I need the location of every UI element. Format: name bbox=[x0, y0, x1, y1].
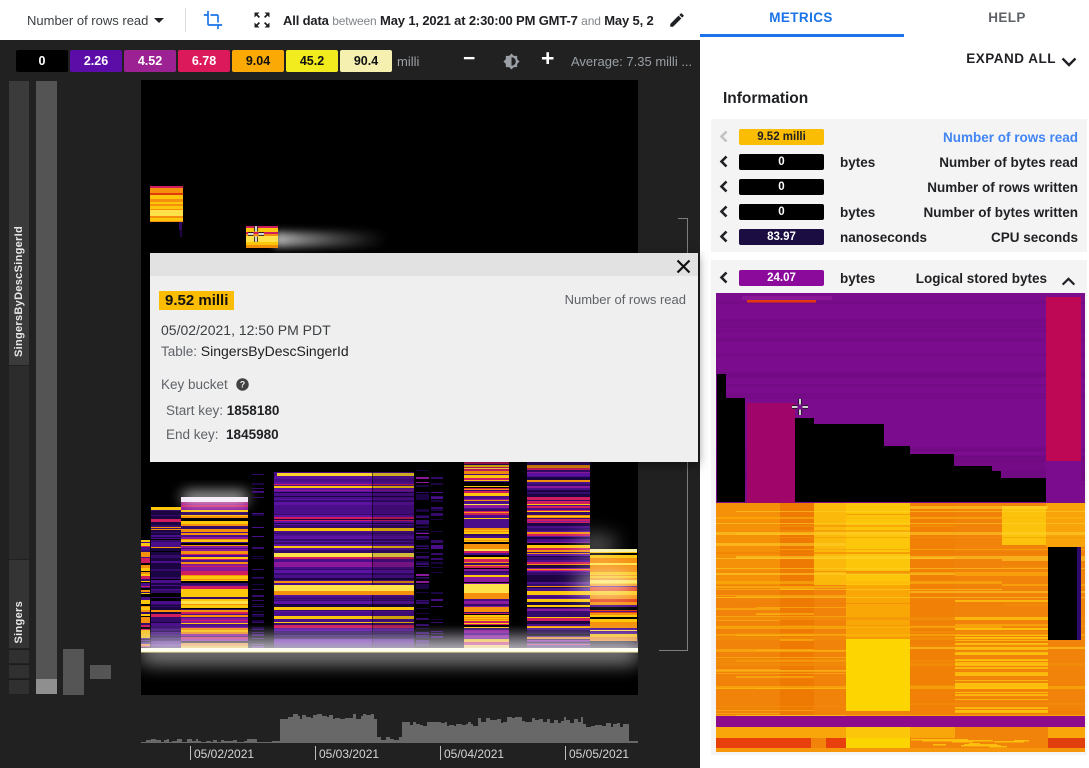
svg-text:?: ? bbox=[240, 380, 245, 390]
